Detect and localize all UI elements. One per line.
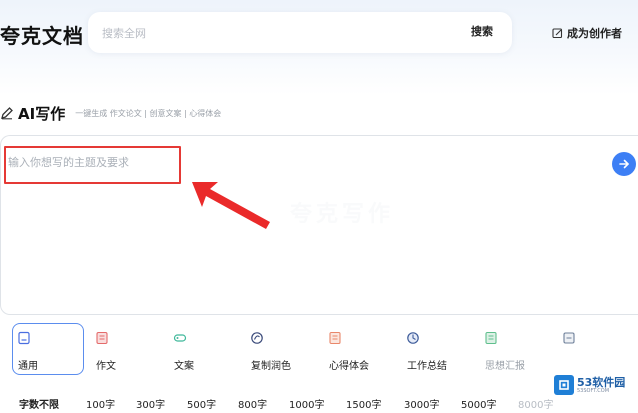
writing-type-list: 通用 作文 文案 复制润色 心得体会 工作总结 思想汇报 [0,318,638,380]
doc-icon [18,331,30,345]
word-count-option[interactable]: 字数不限 [19,396,59,411]
type-work-summary[interactable]: 工作总结 [402,324,474,376]
word-count-option[interactable]: 1500字 [346,396,381,411]
become-creator-link[interactable]: 成为创作者 [552,24,622,42]
type-label: 作文 [96,361,116,372]
search-box: 搜索 [88,12,512,53]
site-name: 53软件园 [577,375,626,389]
word-count-option[interactable]: 300字 [136,396,165,411]
word-count-option[interactable]: 100字 [86,396,115,411]
type-label: 思想汇报 [485,361,525,372]
word-count-options: 字数不限 100字 300字 500字 800字 1000字 1500字 300… [0,390,638,413]
type-label: 心得体会 [329,361,369,372]
word-count-option[interactable]: 1000字 [289,396,324,411]
type-general[interactable]: 通用 [12,323,84,375]
word-count-option[interactable]: 5000字 [461,396,496,411]
creator-label: 成为创作者 [567,27,622,40]
type-copywriting[interactable]: 文案 [169,324,241,376]
type-label: 文案 [174,361,194,372]
word-count-option[interactable]: 500字 [187,396,216,411]
report-icon [485,331,497,345]
type-more[interactable] [558,324,630,376]
polish-icon [251,332,263,344]
type-label: 通用 [18,361,38,372]
word-count-option[interactable]: 800字 [238,396,267,411]
more-icon [563,332,575,344]
word-count-option[interactable]: 3000字 [404,396,439,411]
type-polish[interactable]: 复制润色 [246,324,318,376]
arrow-right-icon [619,159,629,169]
ai-writing-header: AI写作 一键生成 作文论文 | 创意文案 | 心得体会 [0,102,221,124]
send-button[interactable] [612,152,636,176]
edit-icon [552,27,563,38]
ai-writing-subtitle: 一键生成 作文论文 | 创意文案 | 心得体会 [75,108,222,118]
site-logo-icon [554,375,574,395]
brand-title: 夸克文档 [0,24,84,48]
pen-icon [1,107,13,120]
type-essay[interactable]: 作文 [91,324,163,376]
type-reflection[interactable]: 心得体会 [324,324,396,376]
search-input[interactable] [102,24,442,42]
type-label: 复制润色 [251,361,291,372]
word-count-option[interactable]: 8000字 [518,396,553,411]
copywriting-icon [173,334,187,342]
type-label: 工作总结 [407,361,447,372]
reflection-icon [329,331,341,345]
essay-icon [96,331,108,345]
site-watermark-badge: 53软件园 53SOFT.COM [554,372,636,398]
summary-icon [407,332,419,344]
search-button[interactable]: 搜索 [471,23,493,43]
ai-writing-title: AI写作 [18,104,66,123]
highlight-box [4,146,181,184]
red-arrow-annotation [192,182,270,229]
editor-watermark: 夸克写作 [290,202,395,227]
type-thought-report[interactable]: 思想汇报 [480,324,552,376]
